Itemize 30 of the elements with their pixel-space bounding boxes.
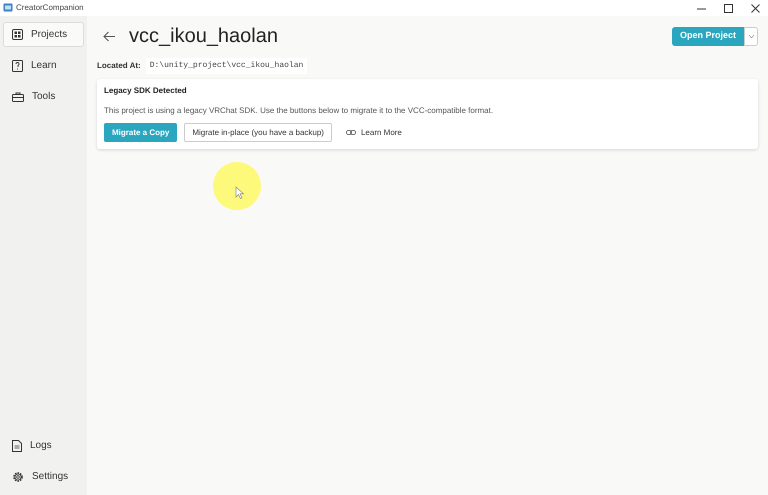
alert-message: This project is using a legacy VRChat SDK. Use the buttons below to migrate it to the VCC-compatible format.: [104, 105, 494, 117]
sidebar-label: Projects: [31, 28, 68, 42]
caret-icon: [748, 34, 754, 38]
sidebar-item[interactable]: Tools: [3, 84, 84, 109]
link-icon: [346, 130, 356, 135]
sidebar-item[interactable]: Learn: [3, 53, 84, 78]
sidebar-label: Tools: [32, 90, 56, 104]
migrate-in-place-button[interactable]: Migrate in-place (you have a backup): [184, 123, 332, 142]
alert-title: Legacy SDK Detected: [104, 85, 188, 97]
question-book-icon: [12, 60, 23, 72]
grid-icon: [12, 29, 23, 40]
document-icon: [12, 440, 22, 452]
cursor-highlight-drawing: [213, 162, 261, 210]
close-icon[interactable]: [751, 4, 760, 12]
sidebar-label: Learn: [31, 59, 57, 73]
settings-icon: [12, 470, 24, 482]
location-label: Located At:: [97, 60, 141, 72]
back-arrow-icon[interactable]: [103, 30, 116, 42]
maximize-icon[interactable]: [724, 4, 733, 12]
sidebar-item[interactable]: Projects: [3, 22, 84, 47]
sidebar-item[interactable]: Settings: [3, 464, 84, 489]
learn-more-link[interactable]: Learn More: [338, 123, 409, 142]
app-logo-icon: [3, 3, 13, 13]
sidebar-label: Logs: [30, 439, 52, 453]
toolbox-icon: [12, 92, 24, 102]
project-title: vcc_ikou_haolan: [129, 24, 278, 49]
window-title: CreatorCompanion: [16, 2, 84, 14]
sidebar-label: Settings: [32, 470, 68, 484]
sidebar-item[interactable]: Logs: [3, 433, 84, 458]
location-path: D:\unity_project\vcc_ikou_haolan: [146, 58, 308, 74]
